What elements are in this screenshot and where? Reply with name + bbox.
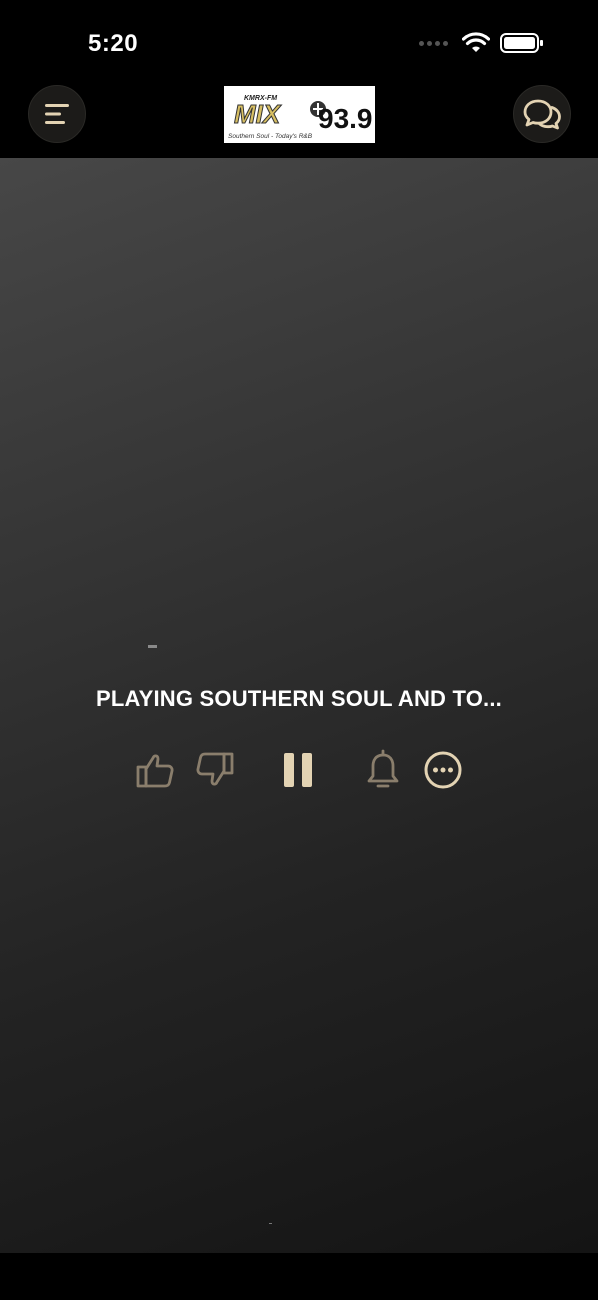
cellular-signal-icon <box>419 40 448 46</box>
player-area: - PLAYING SOUTHERN SOUL AND TO... <box>0 158 598 1253</box>
logo-brand: MIX <box>234 99 282 129</box>
screen: 5:20 KMRX-FM MIX 93.9 Southern Soul - To… <box>0 0 598 1300</box>
bottom-safe-area <box>0 1253 598 1300</box>
status-time: 5:20 <box>88 30 139 57</box>
status-bar: 5:20 <box>0 0 598 80</box>
more-icon <box>424 751 462 789</box>
chat-icon <box>523 99 561 130</box>
chat-button[interactable] <box>513 85 571 143</box>
bell-icon <box>367 749 399 788</box>
pause-icon <box>284 753 312 787</box>
notification-bell-button[interactable] <box>361 746 405 794</box>
app-header: KMRX-FM MIX 93.9 Southern Soul - Today's… <box>0 80 598 158</box>
menu-button[interactable] <box>28 85 86 143</box>
thumbs-up-button[interactable] <box>133 746 177 794</box>
home-indicator <box>269 1223 272 1224</box>
wifi-icon <box>462 32 490 52</box>
thumbs-down-icon <box>196 752 234 786</box>
logo-frequency: 93.9 <box>318 103 373 134</box>
now-playing-title: PLAYING SOUTHERN SOUL AND TO... <box>96 686 502 711</box>
artist-name: - <box>148 645 157 648</box>
more-options-button[interactable] <box>421 746 465 794</box>
logo-tagline: Southern Soul - Today's R&B <box>228 133 313 140</box>
station-logo: KMRX-FM MIX 93.9 Southern Soul - Today's… <box>224 86 375 143</box>
battery-icon <box>500 33 543 53</box>
player-controls <box>0 746 598 794</box>
thumbs-up-icon <box>136 754 174 788</box>
status-icons <box>419 32 544 54</box>
pause-button[interactable] <box>276 746 320 794</box>
menu-icon <box>45 104 69 124</box>
thumbs-down-button[interactable] <box>193 746 237 794</box>
